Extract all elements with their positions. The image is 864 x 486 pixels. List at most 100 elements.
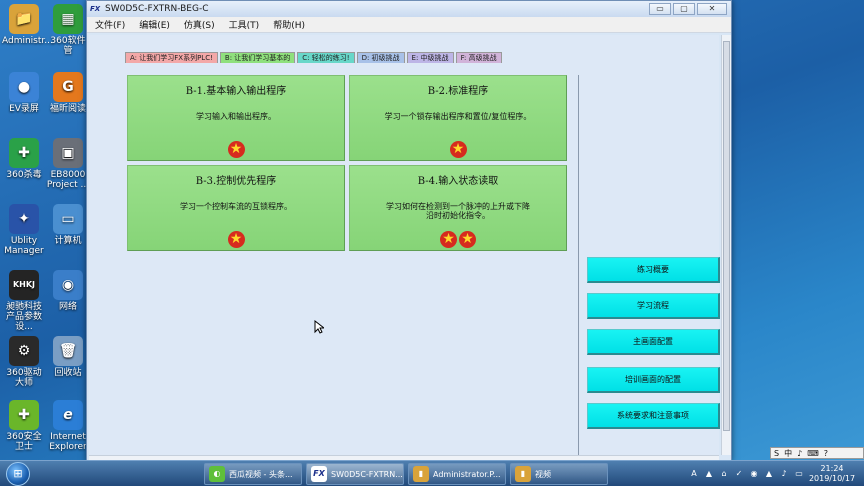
lesson-description: 学习一个锁存输出程序和置位/复位程序。 xyxy=(384,112,532,121)
training-screen-config-button[interactable]: 培训画面的配置 xyxy=(587,367,720,393)
lesson-title: B-4.输入状态读取 xyxy=(417,176,499,187)
desktop-icon-label: 360安全卫士 xyxy=(6,432,42,452)
desktop-icon-network[interactable]: ◉ 网络 xyxy=(46,270,90,312)
desktop-icon-computer[interactable]: ▭ 计算机 xyxy=(46,204,90,246)
sogou-icon[interactable]: S xyxy=(774,449,779,458)
desktop-icon-label: EV录屏 xyxy=(9,104,39,114)
vertical-scrollbar[interactable] xyxy=(721,35,731,455)
ime-chinese-indicator[interactable]: 中 xyxy=(784,448,792,459)
language-bar[interactable]: S 中 ♪ ⌨ ? xyxy=(770,447,864,459)
desktop-icon-label: Ublity Manager xyxy=(4,236,44,256)
app-grid-icon: ▦ xyxy=(53,4,83,34)
maximize-button[interactable]: ▢ xyxy=(673,3,695,15)
difficulty-stars: ★ xyxy=(350,141,566,158)
desktop-icon-label: 福昕阅读 xyxy=(49,104,86,114)
menu-simulate[interactable]: 仿真(S) xyxy=(184,18,215,31)
desktop-icon-administrator[interactable]: 📁 Administr... xyxy=(2,4,53,46)
security-check-icon[interactable]: ✓ xyxy=(733,468,745,480)
menu-edit[interactable]: 编辑(E) xyxy=(139,18,170,31)
lesson-card-b3[interactable]: B-3.控制优先程序 学习一个控制车流的互锁程序。 ★ xyxy=(127,165,345,251)
desktop-icon-foxit-reader[interactable]: G 福昕阅读 xyxy=(46,72,90,114)
main-screen-config-button[interactable]: 主画面配置 xyxy=(587,329,720,355)
lesson-card-b1[interactable]: B-1.基本输入输出程序 学习输入和输出程序。 ★ xyxy=(127,75,345,161)
folder-icon: ▮ xyxy=(515,466,531,482)
shield-icon: ✚ xyxy=(9,138,39,168)
desktop-icon-internet-explorer[interactable]: e Internet Explorer xyxy=(46,400,90,452)
menu-help[interactable]: 帮助(H) xyxy=(273,18,305,31)
desktop-icon-eb8000[interactable]: ▣ EB8000 Project ... xyxy=(46,138,90,190)
star-icon: ★ xyxy=(440,231,457,248)
desktop-icon-360-antivirus[interactable]: ✚ 360杀毒 xyxy=(2,138,46,180)
main-content: A: 让我们学习FX系列PLC! B: 让我们学习基本的 C: 轻松的练习! D… xyxy=(89,35,720,455)
fx-app-icon: FX xyxy=(311,466,327,482)
task-label: 视频 xyxy=(535,469,551,479)
desktop-icon-ublity-manager[interactable]: ✦ Ublity Manager xyxy=(2,204,46,256)
taskbar: ⊞ ◐ 西瓜视频 - 头条... FX SW0D5C-FXTRN... ▮ Ad… xyxy=(0,460,864,486)
lesson-card-b2[interactable]: B-2.标准程序 学习一个锁存输出程序和置位/复位程序。 ★ xyxy=(349,75,567,161)
desktop-icon-ev-recorder[interactable]: ● EV录屏 xyxy=(2,72,46,114)
minimize-button[interactable]: ▭ xyxy=(649,3,671,15)
gear-icon: ⚙ xyxy=(9,336,39,366)
home-icon[interactable]: ⌂ xyxy=(718,468,730,480)
sound-icon[interactable]: ♪ xyxy=(797,449,802,458)
difficulty-stars: ★ ★ xyxy=(350,231,566,248)
volume-icon[interactable]: ♪ xyxy=(778,468,790,480)
tab-d[interactable]: D: 初级挑战 xyxy=(356,52,405,63)
ime-icon[interactable]: A xyxy=(688,468,700,480)
scroll-thumb[interactable] xyxy=(723,41,730,431)
show-hidden-icon[interactable]: ▲ xyxy=(703,468,715,480)
system-tray: A ▲ ⌂ ✓ ◉ ▲ ♪ ▭ xyxy=(688,465,808,483)
menu-file[interactable]: 文件(F) xyxy=(95,18,125,31)
help-icon[interactable]: ? xyxy=(824,449,828,458)
close-button[interactable]: ✕ xyxy=(697,3,727,15)
folder-icon: ▮ xyxy=(413,466,429,482)
desktop-icon-recycle-bin[interactable]: 🗑 回收站 xyxy=(46,336,90,378)
window-title: SW0D5C-FXTRN-BEG-C xyxy=(105,4,209,14)
flag-icon[interactable]: ▲ xyxy=(763,468,775,480)
exercise-overview-button[interactable]: 练习概要 xyxy=(587,257,720,283)
task-administrator-folder[interactable]: ▮ Administrator.P... xyxy=(408,463,506,485)
desktop-icon-360-security[interactable]: ✚ 360安全卫士 xyxy=(2,400,46,452)
lesson-title: B-3.控制优先程序 xyxy=(195,176,277,187)
desktop-icon-360-driver[interactable]: ⚙ 360驱动大师 xyxy=(2,336,46,388)
xigua-icon: ◐ xyxy=(209,466,225,482)
title-bar[interactable]: FX SW0D5C-FXTRN-BEG-C ▭ ▢ ✕ xyxy=(87,1,731,17)
task-video-folder[interactable]: ▮ 视频 xyxy=(510,463,608,485)
desktop-icon-khkj[interactable]: KHKJ 昶驰科技产品参数设... xyxy=(2,270,46,332)
tab-c[interactable]: C: 轻松的练习! xyxy=(297,52,355,63)
star-icon: ★ xyxy=(227,141,245,158)
tab-a[interactable]: A: 让我们学习FX系列PLC! xyxy=(125,52,218,63)
desktop-icons: 📁 Administr... ▦ 360软件管 ● EV录屏 G 福昕阅读 ✚ … xyxy=(0,0,90,458)
desktop-icon-360-software[interactable]: ▦ 360软件管 xyxy=(46,4,90,56)
app-window: FX SW0D5C-FXTRN-BEG-C ▭ ▢ ✕ 文件(F) 编辑(E) … xyxy=(86,0,732,462)
menu-tools[interactable]: 工具(T) xyxy=(229,18,260,31)
status-icon[interactable]: ◉ xyxy=(748,468,760,480)
star-icon: ★ xyxy=(459,231,476,248)
fx-app-icon: FX xyxy=(90,5,101,13)
desktop-icon-label: 网络 xyxy=(58,302,77,312)
plus-shield-icon: ✚ xyxy=(9,400,39,430)
desktop-icon-label: 回收站 xyxy=(54,368,82,378)
tab-e[interactable]: E: 中级挑战 xyxy=(406,52,454,63)
tab-f[interactable]: F: 高级挑战 xyxy=(455,52,502,63)
task-label: 西瓜视频 - 头条... xyxy=(229,469,293,479)
keyboard-icon[interactable]: ⌨ xyxy=(807,449,819,458)
start-button[interactable]: ⊞ xyxy=(6,462,30,486)
clock[interactable]: 21:24 2019/10/17 xyxy=(808,464,856,484)
printer-icon: ▣ xyxy=(53,138,83,168)
star-icon: ★ xyxy=(449,141,467,158)
chapter-tabs: A: 让我们学习FX系列PLC! B: 让我们学习基本的 C: 轻松的练习! D… xyxy=(125,52,504,63)
tab-b[interactable]: B: 让我们学习基本的 xyxy=(219,52,296,63)
mouse-cursor-icon xyxy=(314,320,324,334)
sparkle-icon: ✦ xyxy=(9,204,39,234)
ie-icon: e xyxy=(53,400,83,430)
lesson-card-b4[interactable]: B-4.输入状态读取 学习如何在检测到一个脉冲的上升或下降沿时初始化指令。 ★ … xyxy=(349,165,567,251)
task-xigua-video[interactable]: ◐ 西瓜视频 - 头条... xyxy=(204,463,302,485)
lesson-title: B-1.基本输入输出程序 xyxy=(185,86,287,97)
task-fxtrn[interactable]: FX SW0D5C-FXTRN... xyxy=(306,463,404,485)
record-icon: ● xyxy=(9,72,39,102)
learning-flow-button[interactable]: 学习流程 xyxy=(587,293,720,319)
system-requirements-button[interactable]: 系统要求和注意事项 xyxy=(587,403,720,429)
network-icon[interactable]: ▭ xyxy=(793,468,805,480)
desktop-icon-label: 360驱动大师 xyxy=(6,368,42,388)
